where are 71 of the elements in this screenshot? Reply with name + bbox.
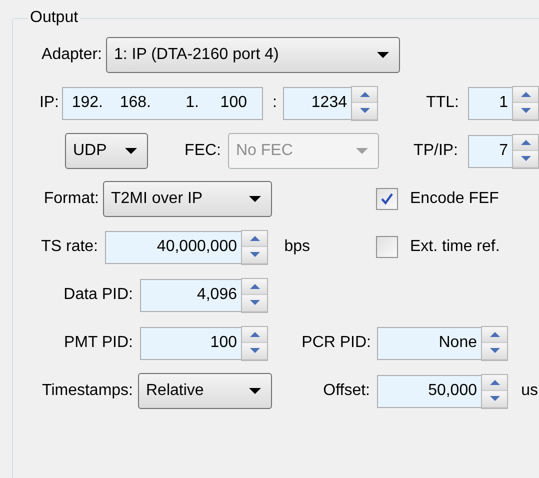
arrow-up-icon xyxy=(360,92,370,97)
spin-down-button[interactable] xyxy=(242,295,267,312)
field-label: TS rate: xyxy=(40,237,98,257)
arrow-up-icon xyxy=(520,140,530,145)
number-field[interactable]: 40,000,000 xyxy=(105,230,241,264)
field-label: us xyxy=(520,381,538,401)
field-label: TTL: xyxy=(425,93,459,113)
field-label: Offset: xyxy=(322,381,370,401)
spin-up-button[interactable] xyxy=(482,326,507,343)
spin-down-button[interactable] xyxy=(482,343,507,360)
arrow-down-icon xyxy=(520,108,530,114)
spin-up-button[interactable] xyxy=(513,86,538,103)
caret-icon xyxy=(377,52,389,58)
arrow-down-icon xyxy=(490,348,500,354)
field-label: Adapter: xyxy=(40,45,102,65)
arrow-down-icon xyxy=(360,108,370,114)
arrow-down-icon xyxy=(250,348,260,354)
spin-up-button[interactable] xyxy=(242,326,267,343)
check-icon xyxy=(380,192,394,206)
spin-down-button[interactable] xyxy=(242,343,267,360)
arrow-up-icon xyxy=(490,380,500,385)
checkbox[interactable] xyxy=(376,236,398,258)
number-field[interactable]: 100 xyxy=(140,326,241,360)
dropdown[interactable]: 1: IP (DTA-2160 port 4) xyxy=(106,37,400,73)
number-field[interactable]: 7 xyxy=(468,134,512,168)
field-label: : xyxy=(272,93,277,113)
spin-down-button[interactable] xyxy=(242,247,267,264)
checkbox-label[interactable]: Encode FEF xyxy=(410,187,530,211)
checkbox-label[interactable]: Ext. time ref. xyxy=(410,235,535,259)
caret-icon xyxy=(249,196,261,202)
field-label: TP/IP: xyxy=(412,141,458,161)
arrow-up-icon xyxy=(250,236,260,241)
field-label: FEC: xyxy=(184,141,221,161)
number-field[interactable]: None xyxy=(377,326,481,360)
field-label: Timestamps: xyxy=(41,381,133,401)
dropdown[interactable]: Relative xyxy=(138,373,272,409)
number-field[interactable]: 4,096 xyxy=(140,278,241,312)
arrow-up-icon xyxy=(250,332,260,337)
arrow-up-icon xyxy=(520,92,530,97)
field-label: PCR PID: xyxy=(300,333,371,353)
spin-up-button[interactable] xyxy=(513,134,538,151)
spin-up-button[interactable] xyxy=(242,278,267,295)
arrow-down-icon xyxy=(490,396,500,402)
field-label: Format: xyxy=(42,189,99,209)
arrow-down-icon xyxy=(250,300,260,306)
arrow-down-icon xyxy=(520,156,530,162)
caret-icon xyxy=(125,148,137,154)
arrow-down-icon xyxy=(250,252,260,258)
group-title: Output xyxy=(28,8,80,28)
dropdown[interactable]: T2MI over IP xyxy=(103,181,272,217)
spin-up-button[interactable] xyxy=(242,230,267,247)
arrow-up-icon xyxy=(490,332,500,337)
dropdown[interactable]: UDP xyxy=(65,133,148,169)
number-field[interactable]: 1234 xyxy=(283,86,351,120)
spin-down-button[interactable] xyxy=(482,391,507,408)
field-label: PMT PID: xyxy=(62,333,133,353)
field-label: IP: xyxy=(38,93,59,113)
arrow-up-icon xyxy=(250,284,260,289)
number-field[interactable]: 50,000 xyxy=(377,374,481,408)
field-label: Data PID: xyxy=(62,285,133,305)
field-label: bps xyxy=(283,237,310,257)
spin-down-button[interactable] xyxy=(352,103,377,120)
caret-icon xyxy=(356,148,368,154)
caret-icon xyxy=(249,388,261,394)
spin-up-button[interactable] xyxy=(352,86,377,103)
number-field[interactable]: 1 xyxy=(468,86,512,120)
spin-down-button[interactable] xyxy=(513,151,538,168)
checkbox[interactable] xyxy=(376,188,398,210)
spin-up-button[interactable] xyxy=(482,374,507,391)
spin-down-button[interactable] xyxy=(513,103,538,120)
ip-address-field[interactable]: 192. 168. 1. 100 xyxy=(62,86,263,120)
